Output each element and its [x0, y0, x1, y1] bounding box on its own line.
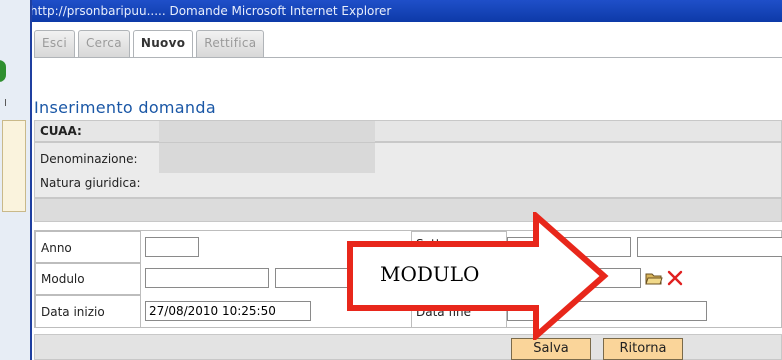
tab-bar-divider: [34, 57, 782, 58]
modulo-label: Modulo: [41, 272, 85, 286]
sidebar-panel: [2, 120, 26, 212]
sidebar-green-marker: [0, 60, 6, 82]
tab-nuovo[interactable]: Nuovo: [132, 30, 194, 57]
tab-bar: Esci Cerca Nuovo Rettifica: [34, 30, 265, 58]
anno-label: Anno: [41, 241, 72, 255]
folder-open-icon[interactable]: [645, 269, 663, 287]
cuaa-label: CUAA:: [40, 124, 82, 138]
window-title-bar: http://prsonbaripuu..... Domande Microso…: [0, 0, 782, 22]
sidebar-letter: I: [4, 98, 7, 109]
ritorna-button[interactable]: Ritorna: [603, 338, 683, 360]
azienda-info: Denominazione: Natura giuridica:: [34, 142, 782, 198]
page-title: Inserimento domanda: [34, 98, 216, 117]
denominazione-value-redacted: [159, 143, 375, 173]
natura-giuridica-label: Natura giuridica:: [40, 176, 141, 190]
window-title: http://prsonbaripuu..... Domande Microso…: [30, 4, 392, 18]
red-x-icon[interactable]: [666, 269, 684, 287]
modulo-code-input[interactable]: [145, 268, 269, 288]
salva-button[interactable]: Salva: [511, 338, 591, 360]
data-inizio-input[interactable]: [145, 301, 311, 321]
modulo-label-cell: Modulo: [35, 263, 141, 295]
callout-label: MODULO: [380, 262, 480, 286]
left-sidebar-strip: I: [0, 0, 32, 360]
anno-input[interactable]: [145, 237, 199, 257]
data-inizio-label-cell: Data inizio: [35, 295, 141, 328]
tab-esci[interactable]: Esci: [34, 30, 75, 57]
denominazione-label: Denominazione:: [40, 152, 138, 166]
settore-desc-input[interactable]: [637, 237, 782, 257]
data-inizio-label: Data inizio: [41, 305, 105, 319]
tab-rettifica[interactable]: Rettifica: [196, 30, 265, 57]
tab-cerca[interactable]: Cerca: [77, 30, 130, 57]
cuaa-value-redacted: [159, 121, 375, 143]
cuaa-row: CUAA:: [34, 120, 782, 143]
anno-label-cell: Anno: [35, 231, 141, 263]
